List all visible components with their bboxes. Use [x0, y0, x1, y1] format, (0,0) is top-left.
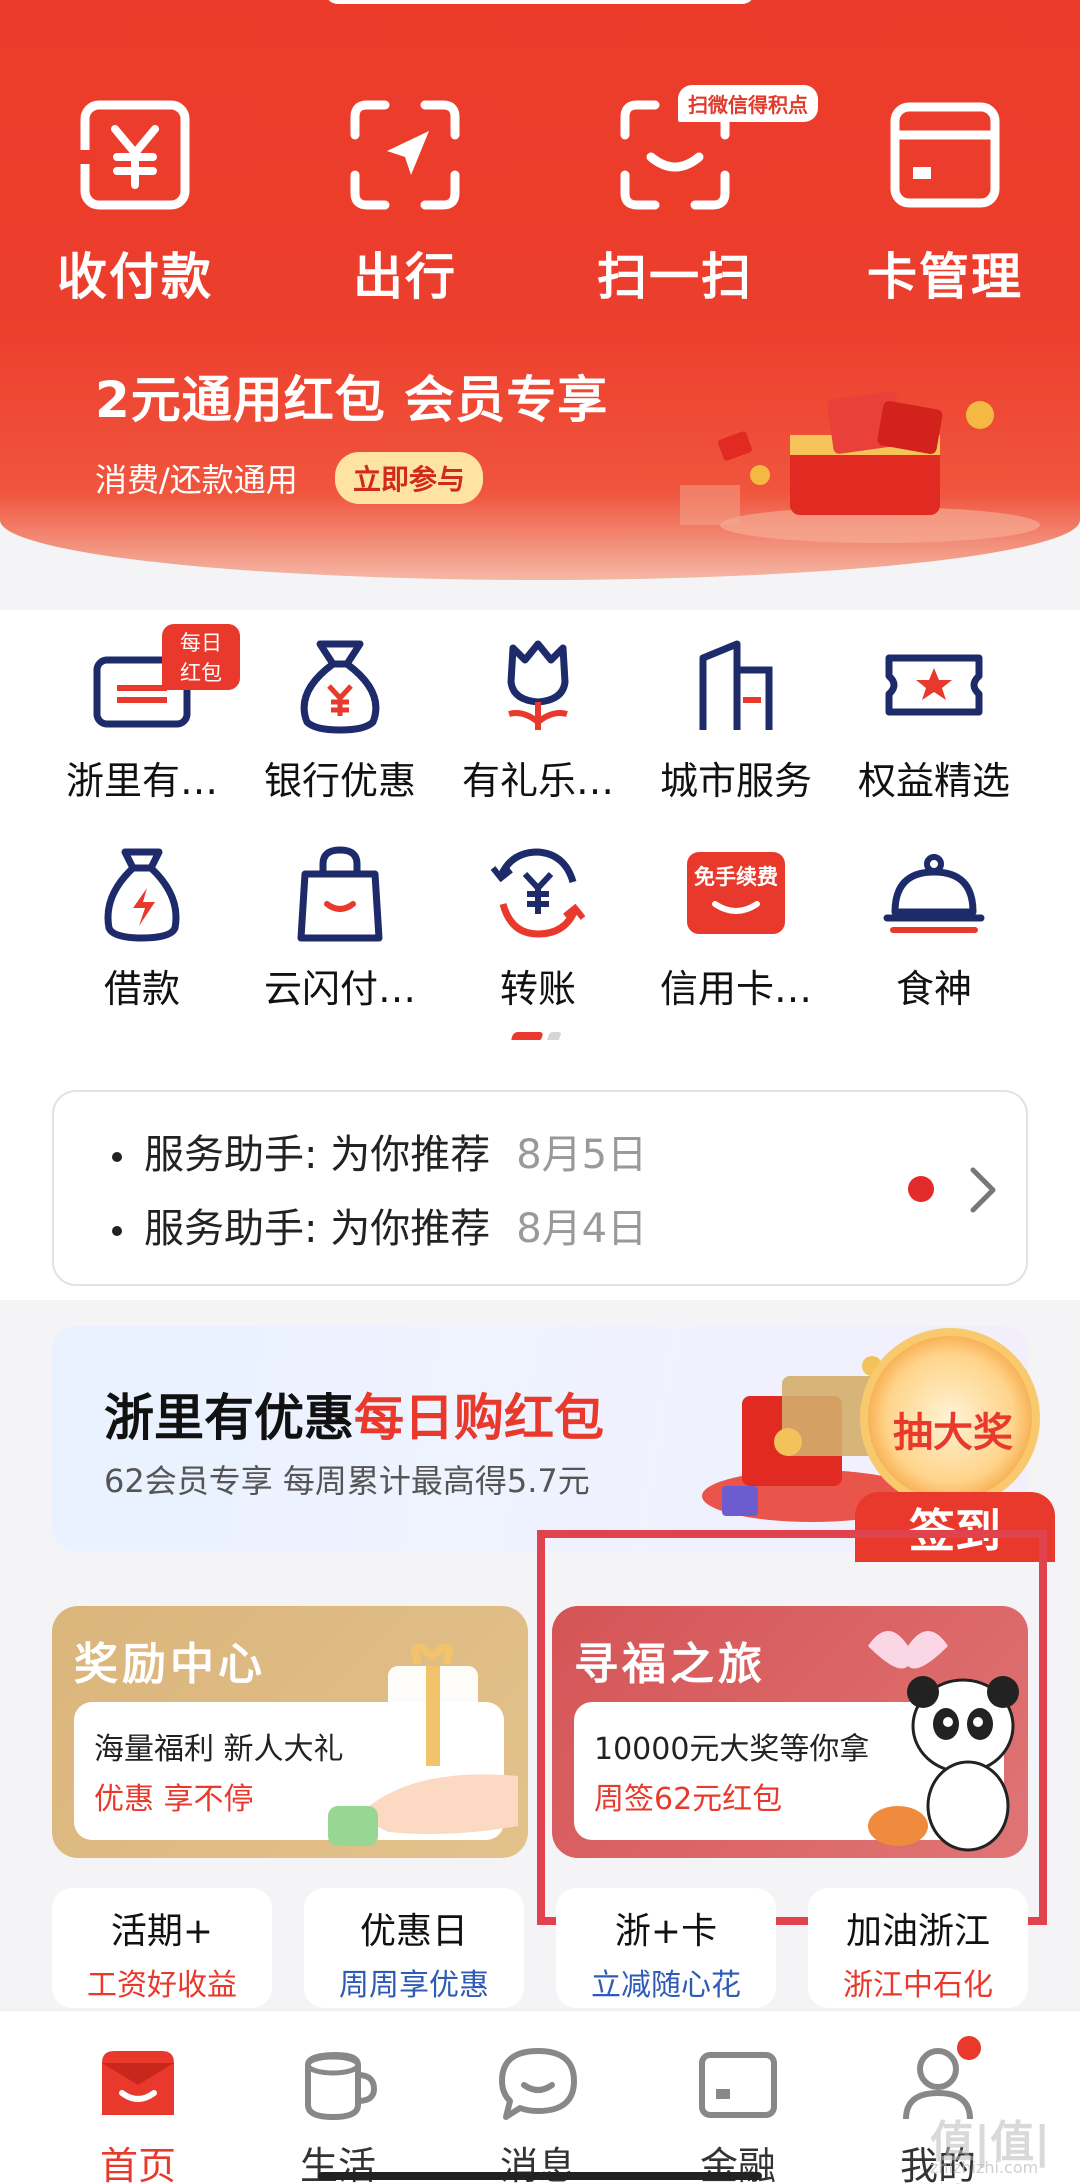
service-label: 银行优惠 — [263, 759, 416, 803]
tab-messages[interactable]: 消息 — [438, 2041, 638, 2184]
bullet — [112, 1226, 122, 1236]
service-foodgod[interactable]: 食神 — [836, 838, 1032, 1013]
highlight-annotation-box — [537, 1530, 1047, 1925]
tulip-icon — [483, 630, 593, 740]
notice-item: 服务助手: 为你推荐 8月5日 — [112, 1122, 647, 1180]
service-city[interactable]: 城市服务 — [638, 630, 834, 805]
top-pill — [325, 0, 755, 4]
service-label: 转账 — [499, 967, 576, 1011]
notice-text: 服务助手: 为你推荐 — [144, 1206, 491, 1252]
notice-date: 8月4日 — [516, 1206, 648, 1252]
notice-item: 服务助手: 为你推荐 8月4日 — [112, 1196, 647, 1254]
mini-subtitle: 浙江中石化 — [843, 1968, 993, 2003]
promo-title: 2元通用红包 会员专享 — [95, 371, 609, 429]
banner-subtitle: 62会员专享 每周累计最高得5.7元 — [104, 1462, 590, 1500]
reward-center-card[interactable]: 奖励中心 海量福利 新人大礼 优惠 享不停 — [52, 1606, 528, 1858]
card-line2: 优惠 享不停 — [94, 1782, 254, 1817]
product-shortcuts: 活期+ 工资好收益 优惠日 周周享优惠 浙+卡 立减随心花 加油浙江 浙江中石化 — [0, 1888, 1080, 2008]
gift-hand-illustration — [328, 1606, 528, 1858]
service-label: 权益精选 — [857, 759, 1010, 803]
daily-redpacket-tag: 每日红包 — [162, 624, 240, 690]
join-now-button[interactable]: 立即参与 — [335, 452, 484, 504]
mini-title: 加油浙江 — [845, 1911, 990, 1952]
unread-dot — [908, 1176, 934, 1202]
notification-badge — [954, 2033, 984, 2063]
tab-label: 首页 — [99, 2144, 176, 2184]
money-bag-icon — [285, 630, 395, 740]
lucky-draw-label: 抽大奖 — [893, 1410, 1013, 1456]
bullet — [112, 1152, 122, 1162]
quick-action-label: 出行 — [353, 248, 457, 306]
service-label: 借款 — [103, 967, 180, 1011]
tab-home[interactable]: 首页 — [38, 2041, 238, 2184]
service-transfer[interactable]: 转账 — [440, 838, 636, 1013]
wallet-card-icon — [696, 2041, 780, 2125]
card-line1: 海量福利 新人大礼 — [94, 1732, 344, 1767]
chat-bubble-icon — [496, 2041, 580, 2125]
home-indicator[interactable] — [318, 2172, 762, 2180]
scan-tag: 扫微信得积点 — [678, 85, 818, 122]
mini-subtitle: 工资好收益 — [87, 1968, 237, 2003]
cup-icon — [296, 2041, 380, 2125]
service-label: 浙里有… — [65, 759, 218, 803]
service-zheliyou[interactable]: 每日红包 浙里有… — [44, 624, 240, 805]
bottom-tab-bar: 首页 生活 消息 金融 我的 — [0, 2010, 1080, 2184]
quick-action-label: 扫一扫 — [597, 248, 753, 306]
quick-action-cards[interactable]: 卡管理 — [845, 95, 1045, 309]
notice-text: 服务助手: 为你推荐 — [144, 1132, 491, 1178]
service-rights[interactable]: 权益精选 — [836, 630, 1032, 805]
home-icon — [96, 2041, 180, 2125]
service-youlile[interactable]: 有礼乐… — [440, 630, 636, 805]
quick-actions: 收付款 出行 扫一扫 卡管理 — [0, 95, 1080, 325]
service-label: 城市服务 — [659, 759, 812, 803]
transfer-icon — [483, 838, 593, 948]
quick-action-scan[interactable]: 扫一扫 — [575, 95, 775, 309]
quick-action-travel[interactable]: 出行 — [305, 95, 505, 309]
service-loan[interactable]: 借款 — [44, 838, 240, 1013]
quick-action-label: 收付款 — [57, 248, 213, 306]
shopping-bag-icon — [285, 838, 395, 948]
service-bank-offers[interactable]: 银行优惠 — [242, 630, 438, 805]
card-title: 奖励中心 — [74, 1639, 266, 1690]
notice-date: 8月5日 — [516, 1132, 648, 1178]
service-label: 云闪付… — [263, 967, 416, 1011]
mini-card-discount-day[interactable]: 优惠日 周周享优惠 — [304, 1888, 524, 2008]
promo-subtitle: 消费/还款通用 — [95, 461, 298, 499]
yuan-frame-icon — [75, 95, 195, 215]
star-ticket-icon — [879, 630, 989, 740]
tab-life[interactable]: 生活 — [238, 2041, 438, 2184]
mini-card-current-plus[interactable]: 活期+ 工资好收益 — [52, 1888, 272, 2008]
service-unionpay[interactable]: 云闪付… — [242, 838, 438, 1013]
mini-title: 活期+ — [110, 1911, 214, 1952]
mini-subtitle: 周周享优惠 — [339, 1968, 489, 2003]
service-label: 信用卡… — [659, 967, 812, 1011]
building-icon — [681, 630, 791, 740]
lightning-bag-icon — [87, 838, 197, 948]
svg-text:免手续费: 免手续费 — [694, 865, 778, 889]
quick-action-label: 卡管理 — [867, 248, 1023, 306]
card-icon — [885, 95, 1005, 215]
free-fee-icon: 免手续费 — [681, 838, 791, 948]
tab-finance[interactable]: 金融 — [638, 2041, 838, 2184]
watermark-url: zhizhizhi.com — [930, 2158, 1039, 2177]
service-creditcard[interactable]: 免手续费 信用卡… — [638, 838, 834, 1013]
mini-title: 浙+卡 — [614, 1911, 718, 1952]
red-envelope-illustration — [680, 375, 1040, 545]
service-grid: 每日红包 浙里有… 银行优惠 有礼乐… 城市服务 权益精选 借款 云闪付… 转账… — [0, 610, 1080, 1050]
chevron-right-icon[interactable] — [959, 1160, 1009, 1220]
mini-subtitle: 立减随心花 — [591, 1968, 741, 2003]
mini-card-fuel[interactable]: 加油浙江 浙江中石化 — [808, 1888, 1028, 2008]
navigation-arrow-icon — [345, 95, 465, 215]
service-label: 食神 — [895, 967, 972, 1011]
banner-title: 浙里有优惠每日购红包 — [104, 1389, 604, 1447]
service-label: 有礼乐… — [461, 759, 614, 803]
service-assistant-notice[interactable]: 服务助手: 为你推荐 8月5日 服务助手: 为你推荐 8月4日 — [52, 1090, 1028, 1286]
quick-action-pay[interactable]: 收付款 — [35, 95, 235, 309]
dish-cover-icon — [879, 838, 989, 948]
hero-header: 收付款 出行 扫一扫 卡管理 扫微信得积点 2元通用红包 会员专享 消费/还款通… — [0, 0, 1080, 580]
mini-title: 优惠日 — [359, 1911, 468, 1952]
mini-card-zhe-card[interactable]: 浙+卡 立减随心花 — [556, 1888, 776, 2008]
